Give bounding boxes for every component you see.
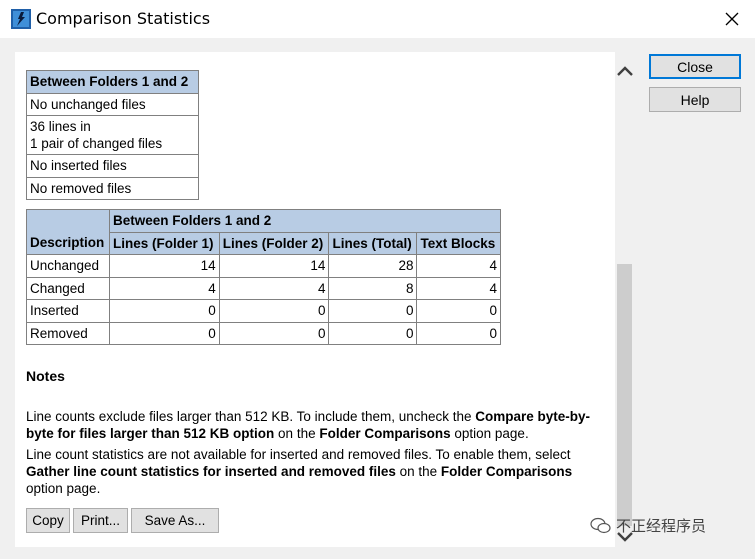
close-button[interactable]: Close: [649, 54, 741, 79]
cell-value: 0: [416, 299, 501, 323]
scroll-thumb[interactable]: [617, 264, 632, 526]
watermark-text: 不正经程序员: [616, 517, 707, 535]
table-row: Unchanged 14 14 28 4: [26, 254, 501, 278]
summary-changed: 36 lines in 1 pair of changed files: [26, 115, 199, 155]
help-button[interactable]: Help: [649, 87, 741, 112]
cell-value: 14: [218, 254, 330, 278]
row-label: Unchanged: [26, 254, 110, 278]
summary-table: Between Folders 1 and 2 No unchanged fil…: [26, 70, 199, 200]
row-label: Removed: [26, 321, 110, 345]
cell-value: 0: [328, 299, 418, 323]
cell-value: 14: [108, 254, 220, 278]
save-as-button[interactable]: Save As...: [131, 508, 219, 533]
table-row: Removed 0 0 0 0: [26, 321, 501, 345]
col-lines-total: Lines (Total): [328, 231, 418, 255]
app-icon: [11, 9, 31, 29]
col-description: Description: [26, 209, 110, 255]
watermark: 不正经程序员: [590, 515, 706, 536]
cell-value: 0: [218, 299, 330, 323]
cell-value: 28: [328, 254, 418, 278]
col-lines-folder1: Lines (Folder 1): [108, 231, 220, 255]
summary-header: Between Folders 1 and 2: [26, 70, 199, 94]
cell-value: 0: [108, 321, 220, 345]
cell-value: 0: [416, 321, 501, 345]
col-text-blocks: Text Blocks: [416, 231, 501, 255]
wechat-icon: [590, 517, 611, 533]
table-row: Inserted 0 0 0 0: [26, 299, 501, 323]
summary-inserted: No inserted files: [26, 154, 199, 178]
cell-value: 4: [218, 276, 330, 300]
copy-button[interactable]: Copy: [26, 508, 70, 533]
stats-table: Description Between Folders 1 and 2 Line…: [26, 209, 502, 345]
notes-heading: Notes: [26, 368, 65, 384]
print-button[interactable]: Print...: [73, 508, 128, 533]
notes-paragraph-1: Line counts exclude files larger than 51…: [26, 409, 591, 441]
notes-paragraph-2: Line count statistics are not available …: [26, 447, 573, 496]
summary-unchanged: No unchanged files: [26, 92, 199, 116]
window-title: Comparison Statistics: [36, 9, 211, 28]
stats-group-header: Between Folders 1 and 2: [108, 209, 502, 233]
col-lines-folder2: Lines (Folder 2): [218, 231, 330, 255]
cell-value: 4: [416, 276, 501, 300]
table-row: Changed 4 4 8 4: [26, 276, 501, 300]
statistics-report: Between Folders 1 and 2 No unchanged fil…: [15, 52, 615, 547]
summary-removed: No removed files: [26, 176, 199, 200]
vertical-scrollbar[interactable]: [615, 52, 634, 547]
row-label: Inserted: [26, 299, 110, 323]
cell-value: 4: [108, 276, 220, 300]
window-close-icon[interactable]: [715, 6, 749, 32]
cell-value: 0: [108, 299, 220, 323]
cell-value: 0: [328, 321, 418, 345]
cell-value: 4: [416, 254, 501, 278]
row-label: Changed: [26, 276, 110, 300]
cell-value: 0: [218, 321, 330, 345]
title-bar: Comparison Statistics: [0, 0, 755, 38]
cell-value: 8: [328, 276, 418, 300]
scroll-up-icon[interactable]: [615, 52, 634, 90]
